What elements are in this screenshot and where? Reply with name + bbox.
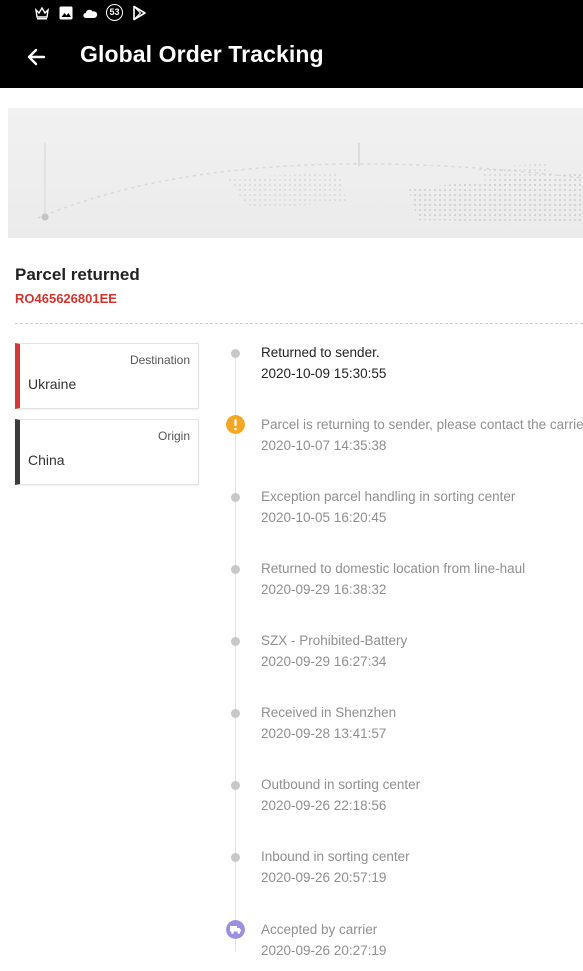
warning-icon: [226, 415, 245, 434]
event-time: 2020-10-09 15:30:55: [261, 366, 387, 381]
event-description: Accepted by carrier: [261, 922, 378, 937]
timeline-event: Outbound in sorting center 2020-09-26 22…: [0, 777, 583, 837]
event-description: Returned to domestic location from line-…: [261, 561, 526, 576]
event-time: 2020-09-29 16:38:32: [261, 582, 387, 597]
event-description: Exception parcel handling in sorting cen…: [261, 489, 516, 504]
timeline-event: Accepted by carrier 2020-09-26 20:27:19: [0, 920, 583, 971]
timeline-dot: [231, 853, 240, 862]
timeline-event: Exception parcel handling in sorting cen…: [0, 489, 583, 549]
event-time: 2020-09-26 20:27:19: [261, 943, 387, 958]
world-map-illustration: [37, 143, 583, 223]
event-description: Returned to sender.: [261, 345, 380, 360]
event-description: Received in Shenzhen: [261, 705, 397, 720]
event-description: Outbound in sorting center: [261, 777, 421, 792]
play-store-icon: [133, 5, 146, 21]
notification-count-badge: 53: [106, 4, 123, 21]
back-button[interactable]: [22, 42, 52, 72]
timeline-event: Returned to domestic location from line-…: [0, 561, 583, 621]
timeline-dot: [231, 565, 240, 574]
truck-icon: [226, 920, 245, 939]
timeline-dot: [231, 709, 240, 718]
divider: [15, 323, 583, 324]
event-time: 2020-10-07 14:35:38: [261, 438, 387, 453]
app-bar: Global Order Tracking: [0, 26, 583, 88]
cloud-icon: [83, 9, 98, 18]
crown-icon: [35, 6, 49, 20]
timeline-event: SZX - Prohibited-Battery 2020-09-29 16:2…: [0, 633, 583, 693]
event-time: 2020-09-29 16:27:34: [261, 654, 387, 669]
timeline-dot: [231, 781, 240, 790]
timeline-event: Returned to sender. 2020-10-09 15:30:55: [0, 345, 583, 405]
timeline-event: Parcel is returning to sender, please co…: [0, 415, 583, 477]
image-icon: [59, 6, 73, 20]
event-time: 2020-09-26 20:57:19: [261, 870, 387, 885]
event-time: 2020-10-05 16:20:45: [261, 510, 387, 525]
timeline-event: Received in Shenzhen 2020-09-28 13:41:57: [0, 705, 583, 765]
event-description: Inbound in sorting center: [261, 849, 410, 864]
arrow-left-icon: [27, 48, 46, 66]
timeline-dot: [231, 637, 240, 646]
parcel-status-heading: Parcel returned: [15, 265, 140, 284]
event-description: Parcel is returning to sender, please co…: [261, 417, 583, 432]
event-description: SZX - Prohibited-Battery: [261, 633, 408, 648]
tracking-number[interactable]: RO465626801EE: [15, 291, 117, 306]
status-bar: 53: [0, 0, 583, 26]
event-time: 2020-09-28 13:41:57: [261, 726, 387, 741]
timeline-dot: [231, 349, 240, 358]
event-time: 2020-09-26 22:18:56: [261, 798, 387, 813]
page-title: Global Order Tracking: [80, 41, 324, 67]
timeline-event: Inbound in sorting center 2020-09-26 20:…: [0, 849, 583, 909]
world-map-banner: [8, 108, 583, 238]
timeline-dot: [231, 493, 240, 502]
